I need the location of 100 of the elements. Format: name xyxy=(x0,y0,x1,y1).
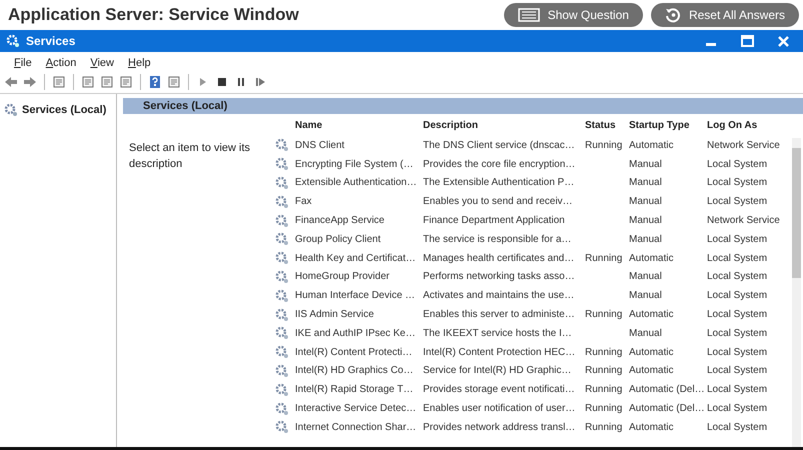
gear-icon xyxy=(275,326,289,340)
table-cell-text: The IKEEXT service hosts the I… xyxy=(423,328,573,339)
show-question-button[interactable]: Show Question xyxy=(504,3,643,27)
table-cell-text: Manual xyxy=(629,271,663,282)
table-cell-text: Network Service xyxy=(707,140,781,151)
table-cell-text: Automatic (Del… xyxy=(629,384,706,396)
gears-icon xyxy=(6,34,20,48)
gear-icon xyxy=(275,270,289,284)
gear-icon xyxy=(275,194,289,209)
table-cell-text: Automatic xyxy=(629,422,674,433)
menu-item[interactable]: View xyxy=(90,57,114,69)
gear-icon xyxy=(275,345,289,360)
table-cell-text: Health Key and Certificat… xyxy=(295,252,417,264)
table-cell-text: Finance Department Application xyxy=(423,215,566,226)
gear-icon xyxy=(275,288,289,303)
table-cell-text: The Extensible Authentication P… xyxy=(423,177,576,188)
document-icon[interactable] xyxy=(81,75,95,89)
gear-icon xyxy=(275,232,289,246)
gear-icon xyxy=(275,420,289,434)
table-cell-text: Provides the core file encryption… xyxy=(423,158,576,170)
table-cell-text: Manual xyxy=(629,158,663,170)
table-cell-text: Manages health certificates and… xyxy=(423,252,576,264)
table-cell-text: Intel(R) Content Protection HEC… xyxy=(423,346,576,358)
table-cell-text: Manual xyxy=(629,290,663,302)
table-cell-text: Encrypting File System (… xyxy=(295,158,414,170)
table-cell: Running xyxy=(585,422,622,433)
column-header[interactable]: Log On As xyxy=(707,120,789,130)
table-cell: Running xyxy=(585,403,622,414)
forward-icon[interactable] xyxy=(23,75,37,89)
gear-icon xyxy=(275,382,289,397)
menu-item[interactable]: Action xyxy=(46,57,76,69)
table-cell: Running xyxy=(585,252,622,264)
close-icon[interactable] xyxy=(778,36,789,46)
table-cell-text: Local System xyxy=(707,346,768,358)
table-cell-text: Automatic xyxy=(629,309,674,320)
window-title: Services xyxy=(26,34,76,48)
table-cell-text: Intel(R) Rapid Storage T… xyxy=(295,384,414,396)
table-cell-text: Local System xyxy=(707,309,768,320)
table-cell-text: Group Policy Client xyxy=(295,234,382,245)
gear-icon xyxy=(275,402,289,416)
table-cell-text: Automatic xyxy=(629,252,674,264)
table-cell-text: Network Service xyxy=(707,215,781,226)
gear-icon xyxy=(275,364,289,378)
help-icon[interactable] xyxy=(148,75,162,89)
panel-title: Services (Local) xyxy=(143,100,228,112)
table-cell-text: Intel(R) Content Protecti… xyxy=(295,346,414,358)
table-cell-text: Local System xyxy=(707,290,768,302)
table-cell-text: Local System xyxy=(707,422,768,433)
table-cell-text: Activates and maintains the use… xyxy=(423,290,576,302)
table-cell: Running xyxy=(585,346,622,358)
table-cell-text: Manual xyxy=(629,196,663,208)
maximize-icon[interactable] xyxy=(741,35,754,47)
table-cell: Running xyxy=(585,140,622,151)
column-header[interactable]: Description xyxy=(423,120,585,130)
resume-icon[interactable] xyxy=(253,75,267,89)
stop-icon[interactable] xyxy=(215,75,229,89)
table-cell-text: Automatic (Del… xyxy=(629,403,706,414)
table-cell-text: Automatic xyxy=(629,365,674,376)
table-cell-text: Local System xyxy=(707,328,768,339)
table-cell-text: Local System xyxy=(707,271,768,282)
description-hint: Select an item to view its description xyxy=(129,142,250,170)
menu-item[interactable]: File xyxy=(14,57,32,69)
table-cell-text: Human Interface Device … xyxy=(295,290,416,302)
column-header[interactable]: Startup Type xyxy=(629,120,707,130)
menu-item[interactable]: Help xyxy=(128,57,151,69)
table-cell-text: Automatic xyxy=(629,140,674,151)
table-cell-text: Internet Connection Shar… xyxy=(295,422,418,433)
table-cell-text: FinanceApp Service xyxy=(295,215,386,226)
column-header[interactable]: Status xyxy=(585,120,629,130)
gear-icon xyxy=(275,176,289,190)
scroll-thumb[interactable] xyxy=(792,148,801,278)
list-icon xyxy=(518,8,540,22)
table-cell-text: Intel(R) HD Graphics Co… xyxy=(295,365,414,376)
table-cell-text: Manual xyxy=(629,177,663,188)
table-cell-text: Automatic xyxy=(629,346,674,358)
reset-answers-button[interactable]: Reset All Answers xyxy=(650,3,799,27)
table-cell-text: Local System xyxy=(707,177,768,188)
column-header[interactable]: Name xyxy=(295,120,423,130)
table-cell-text: Manual xyxy=(629,328,663,339)
table-cell-text: DNS Client xyxy=(295,140,346,151)
back-icon[interactable] xyxy=(4,75,18,89)
gears-icon xyxy=(4,103,18,117)
table-cell: Running xyxy=(585,365,622,376)
reset-icon xyxy=(664,7,681,23)
table-cell: Running xyxy=(585,384,622,396)
table-cell-text: IIS Admin Service xyxy=(295,309,375,320)
scrollbar[interactable] xyxy=(792,138,801,447)
table-cell-text: Local System xyxy=(707,384,768,396)
gear-icon xyxy=(275,308,289,322)
table-cell-text: IKE and AuthIP IPsec Ke… xyxy=(295,328,416,339)
gear-icon xyxy=(275,157,289,172)
page-title: Application Server: Service Window xyxy=(8,5,299,25)
table-cell-text: Interactive Service Detec… xyxy=(295,403,418,414)
gear-icon xyxy=(275,251,289,266)
gear-icon xyxy=(275,214,289,228)
table-cell-text: Manual xyxy=(629,215,663,226)
tree-item[interactable]: Services (Local) xyxy=(3,102,113,118)
table-cell-text: The DNS Client service (dnscac… xyxy=(423,140,576,151)
table-cell-text: Local System xyxy=(707,365,768,376)
table-cell-text: Service for Intel(R) HD Graphic… xyxy=(423,365,572,376)
